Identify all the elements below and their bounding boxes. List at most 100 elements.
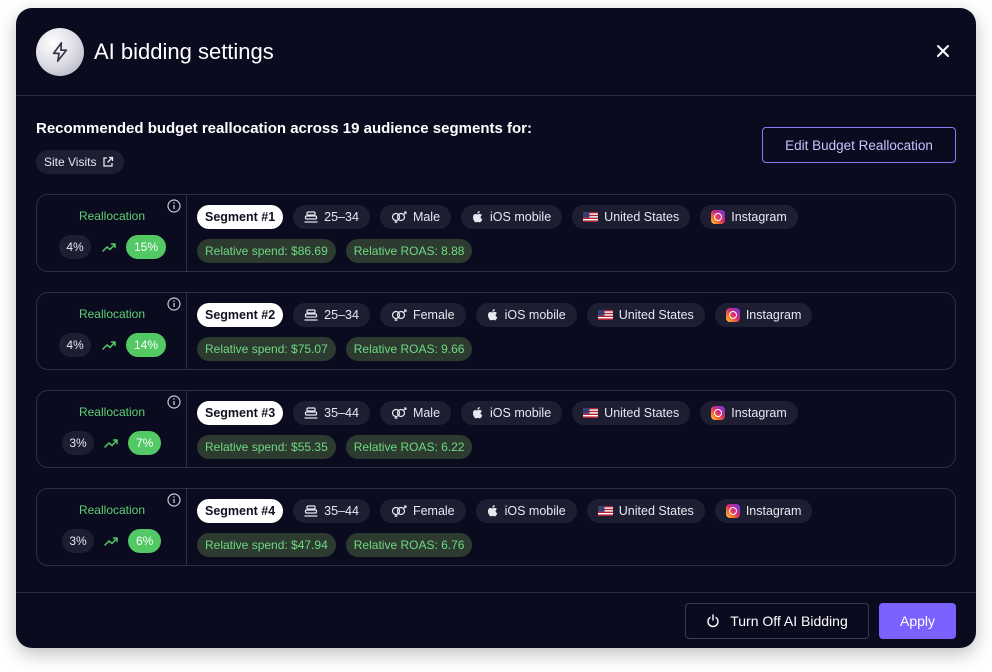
apple-icon [487,309,497,321]
segment-card: Reallocation 4% 15% Segment #1 25–34 Male iOS … [36,194,956,272]
segment-tags: Segment #2 25–34 Female iOS mobile United St… [197,303,813,327]
segment-metrics: Relative spend: $47.94 Relative ROAS: 6.7… [197,533,473,557]
edit-budget-reallocation-button[interactable]: Edit Budget Reallocation [762,127,956,163]
gender-icon [391,407,407,419]
us-flag-icon [597,310,613,320]
age-tag: 25–34 [293,303,370,327]
trending-up-icon [104,537,118,546]
age-text: 35–44 [324,406,359,420]
reallocation-label: Reallocation [78,209,146,223]
relative-roas: Relative ROAS: 9.66 [345,337,473,361]
country-tag: United States [572,401,691,425]
gender-tag: Male [379,205,452,229]
info-icon-wrap[interactable] [167,199,181,218]
age-group-icon [304,407,318,419]
country-tag: United States [586,499,705,523]
device-tag: iOS mobile [461,205,563,229]
relative-spend: Relative spend: $86.69 [197,239,336,263]
gender-tag: Male [379,401,452,425]
us-flag-icon [597,506,613,516]
age-group-icon [304,505,318,517]
gender-text: Male [412,406,441,420]
device-text: iOS mobile [490,210,552,224]
relative-roas: Relative ROAS: 6.76 [345,533,473,557]
info-icon[interactable] [167,199,181,213]
segment-label: Segment #3 [197,401,284,425]
intro-text: Recommended budget reallocation across 1… [36,120,532,137]
apple-icon [473,407,483,419]
info-icon-wrap[interactable] [167,395,181,414]
apply-button[interactable]: Apply [879,603,956,639]
age-tag: 35–44 [293,499,370,523]
reallocation-panel: Reallocation 4% 14% [37,293,187,369]
instagram-icon [725,504,740,518]
reallocation-label: Reallocation [78,503,146,517]
device-tag: iOS mobile [461,401,563,425]
relative-spend: Relative spend: $55.35 [197,435,336,459]
gender-text: Male [412,210,441,224]
current-allocation: 4% [59,235,91,259]
gender-icon [391,505,407,517]
power-icon [707,614,719,628]
gender-text: Female [412,308,455,322]
recommended-allocation: 15% [126,235,167,259]
reallocation-panel: Reallocation 3% 6% [37,489,187,565]
recommended-allocation: 14% [126,333,167,357]
info-icon[interactable] [167,297,181,311]
device-text: iOS mobile [504,308,566,322]
info-icon-wrap[interactable] [167,493,181,512]
country-tag: United States [586,303,705,327]
ai-bidding-modal: AI bidding settings Recommended budget r… [16,8,976,648]
current-allocation: 3% [62,529,94,553]
platform-text: Instagram [731,406,787,420]
relative-spend: Relative spend: $75.07 [197,337,336,361]
trend-icon-wrap [104,534,118,552]
apple-icon [487,505,497,517]
info-icon[interactable] [167,395,181,409]
turn-off-ai-bidding-button[interactable]: Turn Off AI Bidding [685,603,869,639]
reallocation-label: Reallocation [78,307,146,321]
trend-icon-wrap [102,338,116,356]
segment-label: Segment #1 [197,205,284,229]
instagram-icon [725,308,740,322]
modal-footer: Turn Off AI Bidding Apply [16,592,976,648]
platform-tag: Instagram [700,401,798,425]
platform-tag: Instagram [714,303,813,327]
segment-metrics: Relative spend: $86.69 Relative ROAS: 8.8… [197,239,473,263]
age-tag: 35–44 [293,401,370,425]
reallocation-panel: Reallocation 3% 7% [37,391,187,467]
recommended-allocation: 7% [128,431,162,455]
close-icon[interactable] [933,41,953,61]
trend-icon-wrap [104,436,118,454]
device-text: iOS mobile [504,504,566,518]
instagram-icon [711,406,726,420]
apple-icon [473,211,483,223]
ai-lightning-icon [36,28,84,76]
reallocation-label: Reallocation [78,405,146,419]
age-group-icon [304,309,318,321]
platform-tag: Instagram [714,499,813,523]
country-tag: United States [572,205,691,229]
platform-tag: Instagram [700,205,798,229]
platform-text: Instagram [745,308,802,322]
recommended-allocation: 6% [128,529,162,553]
site-visits-chip[interactable]: Site Visits [36,150,125,174]
age-tag: 25–34 [293,205,370,229]
turn-off-label: Turn Off AI Bidding [730,613,848,629]
info-icon[interactable] [167,493,181,507]
age-text: 25–34 [324,210,359,224]
platform-text: Instagram [731,210,787,224]
info-icon-wrap[interactable] [167,297,181,316]
instagram-icon [711,210,726,224]
modal-title: AI bidding settings [94,39,274,64]
current-allocation: 4% [59,333,91,357]
segment-metrics: Relative spend: $55.35 Relative ROAS: 6.2… [197,435,473,459]
device-text: iOS mobile [490,406,552,420]
segment-tags: Segment #3 35–44 Male iOS mobile United Stat… [197,401,798,425]
site-visits-label: Site Visits [44,155,97,169]
gender-tag: Female [379,303,466,327]
trending-up-icon [102,243,116,252]
device-tag: iOS mobile [475,303,577,327]
segment-label: Segment #4 [197,499,284,523]
country-text: United States [604,210,680,224]
